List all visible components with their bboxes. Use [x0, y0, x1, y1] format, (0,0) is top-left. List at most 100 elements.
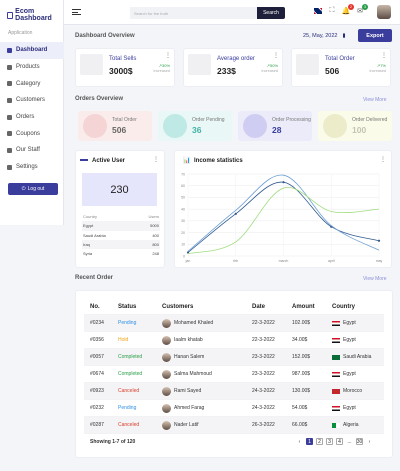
- sidebar-item-products[interactable]: Products: [0, 59, 64, 76]
- fullscreen-icon[interactable]: ⛶: [328, 7, 336, 15]
- search-input[interactable]: Search for the truth: [130, 7, 257, 19]
- country-flag-icon: [332, 337, 340, 343]
- notifications-icon[interactable]: 🔔 2: [342, 4, 354, 15]
- table-row[interactable]: #0287 Canceled Nader Latif 26-3-2022 66.00$ A…: [84, 417, 384, 434]
- country-name: Egypt: [343, 320, 356, 326]
- logout-button[interactable]: ⏻ Log out: [8, 183, 58, 195]
- customer-cell: Ahmed Farag: [162, 403, 252, 413]
- table-row[interactable]: #0356 Hold Iaalm khatab 22-3-2022 34.00$ Egyp…: [84, 332, 384, 349]
- stat-menu-icon[interactable]: ⋮: [381, 52, 387, 59]
- order-number: #0234: [90, 320, 104, 326]
- order-status-icon: [83, 114, 107, 138]
- order-overview-card[interactable]: Total Order 506: [78, 111, 152, 141]
- table-row[interactable]: #0234 Pending Mohamed Khaled 22-3-2022 102.0…: [84, 315, 384, 332]
- coupons-icon: [7, 131, 12, 137]
- next-page-icon[interactable]: ›: [366, 438, 373, 445]
- order-amount: 987.00$: [292, 371, 311, 377]
- order-card-label: Total Order: [112, 117, 137, 123]
- date-picker[interactable]: 25, May, 2022 ▮: [303, 33, 345, 39]
- stat-icon: [188, 54, 211, 75]
- cell: 248: [152, 251, 159, 257]
- order-card-label: Order Delivered: [352, 117, 388, 123]
- customer-cell: Nader Latif: [162, 420, 252, 430]
- messages-icon[interactable]: ✉ 3: [356, 4, 368, 15]
- table-row[interactable]: #0232 Pending Ahmed Farag 24-3-2022 54.00$ Eg…: [84, 400, 384, 417]
- page-button: ...: [347, 438, 352, 445]
- order-amount: 102.00$: [292, 320, 311, 326]
- sidebar-item-our-staff[interactable]: Our Staff: [0, 142, 64, 159]
- order-status: Completed: [118, 354, 143, 360]
- export-button[interactable]: Export: [358, 29, 392, 42]
- search-button[interactable]: Search: [257, 7, 285, 19]
- table-row[interactable]: #0057 Completed Hanan Salem 23-3-2022 152.00…: [84, 349, 384, 366]
- order-date: 26-3-2022: [252, 422, 275, 428]
- page-button[interactable]: 3: [326, 438, 333, 445]
- sidebar-item-label: Products: [16, 64, 40, 71]
- stat-percent: ↗30%: [158, 63, 170, 68]
- column-header: Users: [148, 214, 159, 220]
- dashboard-overview-title: Dashboard Overview: [75, 33, 135, 39]
- orders-view-more-link[interactable]: View More: [363, 97, 387, 103]
- stat-increase-text: increased: [261, 69, 278, 73]
- order-overview-card[interactable]: Order Delivered 100: [318, 111, 392, 141]
- bar-chart-icon: 📊: [183, 158, 191, 164]
- country-flag-icon: [332, 388, 340, 394]
- table-row[interactable]: #0923 Canceled Rami Sayed 24-3-2022 130.00$ M…: [84, 383, 384, 400]
- country-cell: Egypt: [332, 371, 382, 377]
- order-card-label: Order Pending: [192, 117, 225, 123]
- table-row[interactable]: #0674 Completed Salma Mahmoud 23-3-2022 987.…: [84, 366, 384, 383]
- customer-avatar: [162, 420, 171, 430]
- country-name: Morocco: [343, 388, 363, 394]
- active-user-menu-icon[interactable]: ⋮: [153, 156, 159, 163]
- page-button[interactable]: 2: [316, 438, 323, 445]
- sidebar-item-customers[interactable]: Customers: [0, 92, 64, 109]
- dashboard-icon: [7, 47, 12, 53]
- order-date: 22-3-2022: [252, 337, 275, 343]
- sidebar-menu: Dashboard Products Category Customers Orders…: [0, 42, 64, 176]
- order-card-value: 28: [272, 125, 282, 135]
- country-name: Egypt: [343, 337, 356, 343]
- page-button[interactable]: 30: [356, 438, 363, 445]
- page-button[interactable]: 4: [336, 438, 343, 445]
- recent-order-title: Recent Order: [75, 275, 114, 281]
- menu-toggle-icon[interactable]: [72, 9, 81, 15]
- x-tick-label: april: [328, 259, 335, 263]
- customer-avatar: [162, 352, 171, 362]
- sidebar-item-coupons[interactable]: Coupons: [0, 125, 64, 142]
- staff-icon: [7, 147, 12, 153]
- top-bar: Search for the truth Search ⛶ 🔔 2 ✉ 3: [64, 0, 400, 25]
- cell: Syria: [83, 251, 93, 257]
- column-header: Country: [83, 214, 98, 220]
- brand-icon: [7, 11, 14, 19]
- stat-menu-icon[interactable]: ⋮: [165, 52, 171, 59]
- sidebar-item-orders[interactable]: Orders: [0, 109, 64, 126]
- prev-page-icon[interactable]: ‹: [296, 438, 303, 445]
- order-amount: 152.00$: [292, 354, 311, 360]
- order-number: #0923: [90, 388, 104, 394]
- y-tick-label: 30: [181, 219, 185, 223]
- page-button[interactable]: 1: [306, 438, 313, 445]
- sidebar-item-settings[interactable]: Settings: [0, 159, 64, 176]
- active-user-row: Egypt 5000: [82, 221, 160, 231]
- data-point: [234, 212, 237, 215]
- user-avatar[interactable]: [377, 5, 391, 19]
- stat-menu-icon[interactable]: ⋮: [273, 52, 279, 59]
- recent-view-more-link[interactable]: View More: [363, 276, 387, 282]
- country-flag-icon: [332, 405, 340, 411]
- stat-label: Total Order: [325, 56, 355, 62]
- customer-avatar: [162, 369, 171, 379]
- income-menu-icon[interactable]: ⋮: [380, 156, 386, 163]
- sidebar-item-dashboard[interactable]: Dashboard: [0, 42, 64, 59]
- recent-orders-table: No. Status Customers Date Amount Country #0234…: [84, 300, 384, 434]
- search-bar: Search for the truth Search: [130, 7, 285, 19]
- customer-name: Nader Latif: [174, 422, 199, 428]
- y-tick-label: 60: [181, 184, 185, 188]
- order-overview-card[interactable]: Order Processing 28: [238, 111, 312, 141]
- order-number: #0232: [90, 405, 104, 411]
- stat-card: Average order 233$ ↗50% increased ⋮: [183, 48, 283, 87]
- order-status: Pending: [118, 405, 137, 411]
- order-overview-card[interactable]: Order Pending 36: [158, 111, 232, 141]
- language-flag-icon[interactable]: [314, 7, 322, 15]
- brand-logo[interactable]: Ecom Dashboard: [7, 8, 63, 22]
- sidebar-item-category[interactable]: Category: [0, 75, 64, 92]
